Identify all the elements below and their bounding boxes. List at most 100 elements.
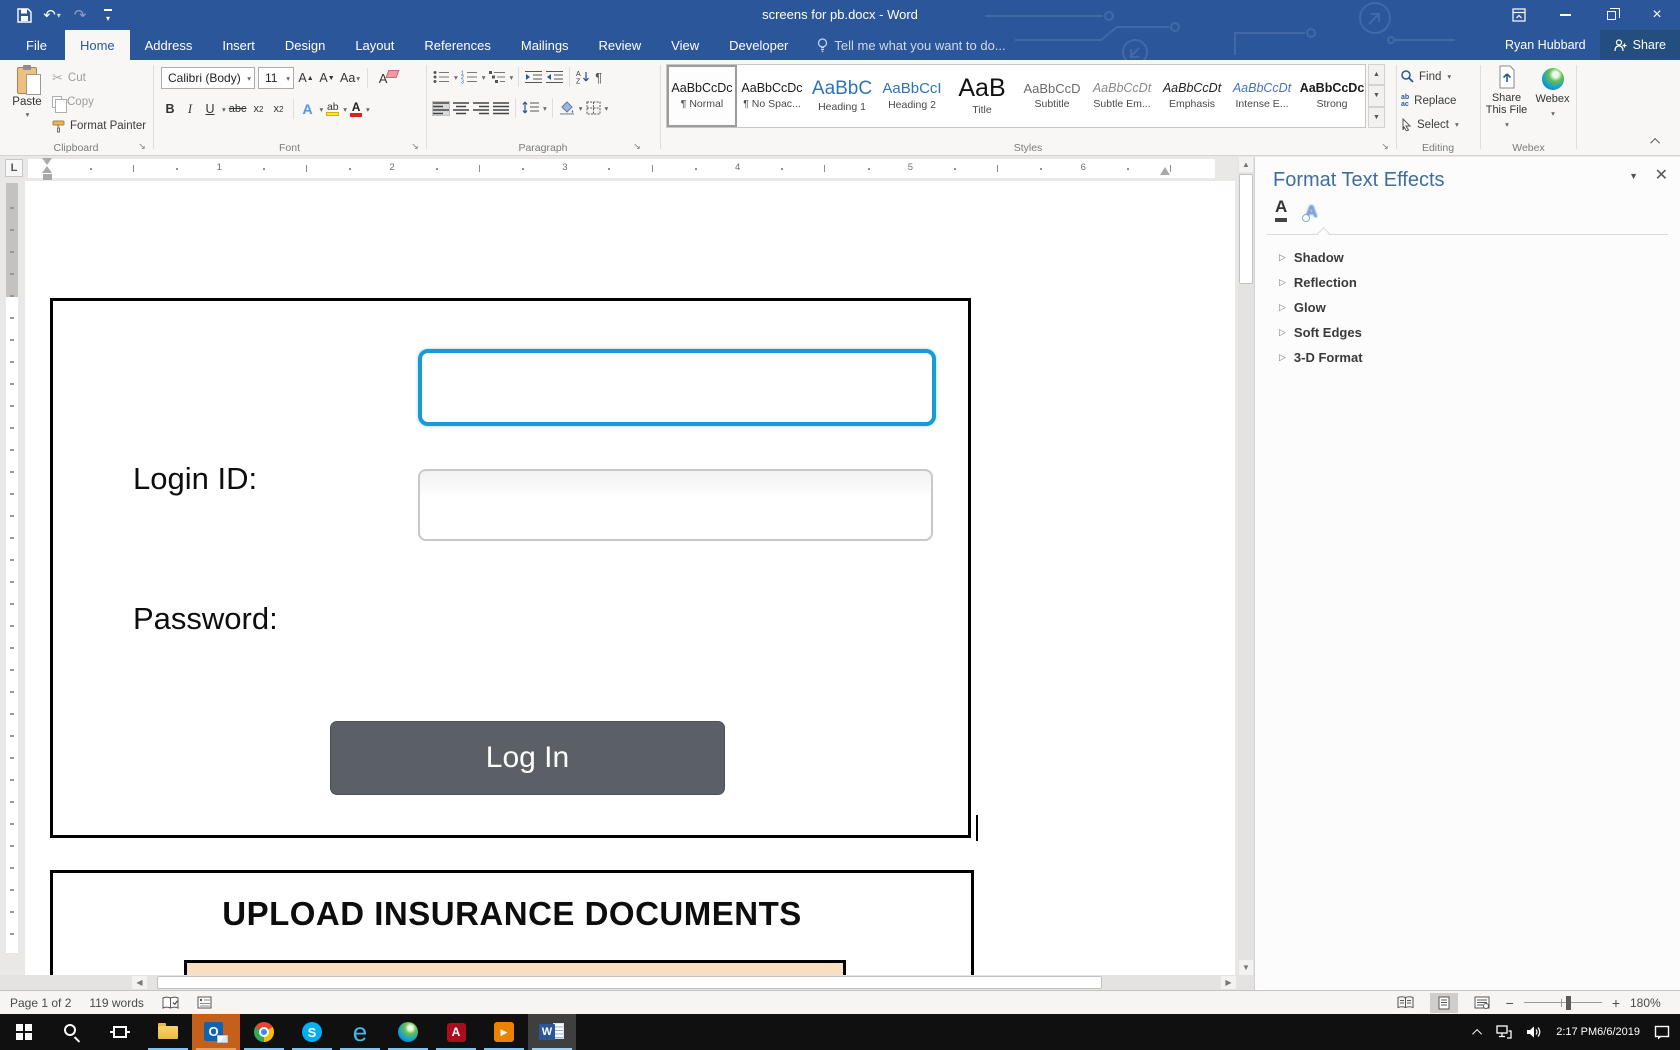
tab-view[interactable]: View [656, 30, 714, 60]
grow-font-button[interactable]: A▲ [297, 67, 315, 89]
styles-scroll-down-button[interactable]: ▼ [1368, 85, 1385, 106]
pane-section-glow[interactable]: ▷Glow [1255, 295, 1680, 320]
style--normal[interactable]: AaBbCcDc¶ Normal [667, 65, 737, 127]
taskbar-word-button[interactable]: W [528, 1014, 576, 1050]
font-name-combo[interactable]: Calibri (Body)▾ [161, 67, 255, 89]
scroll-down-button[interactable]: ▼ [1239, 960, 1253, 975]
pane-close-button[interactable]: ✕ [1655, 165, 1668, 185]
clear-formatting-button[interactable]: A [374, 67, 392, 89]
zoom-in-button[interactable]: + [1612, 995, 1620, 1011]
upload-tan-box[interactable] [184, 960, 846, 975]
hanging-indent-marker[interactable] [42, 166, 52, 173]
upload-documents-mockup-box[interactable]: UPLOAD INSURANCE DOCUMENTS [50, 870, 974, 975]
expand-icon[interactable]: ▷ [1279, 302, 1286, 313]
copy-button[interactable]: Copy [52, 92, 146, 112]
zoom-slider-thumb[interactable] [1566, 996, 1571, 1010]
horizontal-scrollbar-thumb[interactable] [157, 976, 1102, 989]
page-count-status[interactable]: Page 1 of 2 [10, 996, 71, 1010]
pane-section-soft-edges[interactable]: ▷Soft Edges [1255, 320, 1680, 345]
tab-references[interactable]: References [409, 30, 505, 60]
pane-section-shadow[interactable]: ▷Shadow [1255, 245, 1680, 270]
close-button[interactable]: × [1634, 0, 1680, 30]
sort-button[interactable]: AZ [575, 69, 592, 85]
tab-insert[interactable]: Insert [207, 30, 270, 60]
select-button[interactable]: Select▾ [1401, 115, 1459, 134]
cut-button[interactable]: ✂Cut [52, 68, 146, 88]
superscript-button[interactable]: x2 [270, 98, 288, 120]
first-line-indent-marker[interactable] [42, 158, 52, 165]
line-spacing-button[interactable] [521, 100, 540, 116]
zoom-slider[interactable] [1524, 996, 1602, 1010]
style-intense-e-[interactable]: AaBbCcDtIntense E... [1227, 65, 1297, 127]
align-center-button[interactable] [452, 101, 470, 116]
webex-button[interactable]: Webex▾ [1530, 65, 1575, 145]
styles-dialog-launcher[interactable]: ↘ [1379, 140, 1391, 152]
tab-layout[interactable]: Layout [340, 30, 409, 60]
change-case-button[interactable]: Aa▾ [339, 67, 361, 89]
vertical-scrollbar-thumb[interactable] [1239, 174, 1253, 284]
volume-tray-button[interactable] [1526, 1025, 1542, 1039]
font-color-button[interactable]: A [349, 101, 363, 118]
expand-icon[interactable]: ▷ [1279, 277, 1286, 288]
align-right-button[interactable] [472, 101, 490, 116]
taskbar-media-button[interactable]: ▶ [480, 1014, 528, 1050]
expand-icon[interactable]: ▷ [1279, 327, 1286, 338]
style--no-spac-[interactable]: AaBbCcDc¶ No Spac... [737, 65, 807, 127]
paragraph-dialog-launcher[interactable]: ↘ [631, 140, 643, 152]
vertical-ruler[interactable] [6, 183, 18, 953]
tab-address[interactable]: Address [130, 30, 208, 60]
tab-developer[interactable]: Developer [714, 30, 803, 60]
align-left-button[interactable] [432, 101, 450, 116]
pane-section-reflection[interactable]: ▷Reflection [1255, 270, 1680, 295]
scroll-left-button[interactable]: ◀ [132, 976, 147, 989]
font-dialog-launcher[interactable]: ↘ [409, 140, 421, 152]
macro-recording-button[interactable] [197, 996, 212, 1009]
text-effects-icon[interactable]: A [1305, 202, 1317, 222]
word-count-status[interactable]: 119 words [89, 996, 143, 1010]
style-emphasis[interactable]: AaBbCcDtEmphasis [1157, 65, 1227, 127]
taskbar-skype-button[interactable]: S [288, 1014, 336, 1050]
multilevel-list-button[interactable] [488, 69, 507, 85]
log-in-button-mockup[interactable]: Log In [330, 721, 725, 795]
styles-more-button[interactable]: ▼ [1368, 107, 1385, 128]
increase-indent-button[interactable] [545, 69, 564, 85]
tab-design[interactable]: Design [270, 30, 340, 60]
tab-mailings[interactable]: Mailings [506, 30, 584, 60]
expand-icon[interactable]: ▷ [1279, 252, 1286, 263]
document-page[interactable]: Login ID: Password: Log In UPLOAD INSURA… [25, 181, 1235, 975]
scroll-up-button[interactable]: ▲ [1239, 157, 1253, 172]
tab-review[interactable]: Review [584, 30, 657, 60]
subscript-button[interactable]: x2 [250, 98, 268, 120]
styles-scroll-up-button[interactable]: ▲ [1368, 64, 1385, 85]
style-title[interactable]: AaBTitle [947, 65, 1017, 127]
minimize-button[interactable] [1542, 0, 1588, 30]
right-indent-marker[interactable] [1160, 167, 1170, 175]
justify-button[interactable] [492, 101, 510, 116]
borders-button[interactable] [585, 100, 602, 116]
style-subtle-em-[interactable]: AaBbCcDtSubtle Em... [1087, 65, 1157, 127]
read-mode-button[interactable] [1392, 993, 1420, 1013]
shrink-font-button[interactable]: A▼ [318, 67, 336, 89]
share-button[interactable]: Share [1600, 30, 1680, 60]
taskbar-chrome-button[interactable] [240, 1014, 288, 1050]
style-heading-1[interactable]: AaBbCHeading 1 [807, 65, 877, 127]
network-tray-button[interactable] [1496, 1025, 1512, 1039]
format-painter-button[interactable]: Format Painter [52, 116, 146, 136]
bold-button[interactable]: B [161, 98, 179, 120]
tab-home[interactable]: Home [65, 30, 130, 60]
left-indent-marker[interactable] [43, 174, 52, 180]
tray-overflow-button[interactable] [1475, 1029, 1482, 1036]
style-subtitle[interactable]: AaBbCcDSubtitle [1017, 65, 1087, 127]
text-effects-button[interactable]: A [299, 98, 317, 120]
strikethrough-button[interactable]: abc [228, 98, 248, 120]
share-this-file-button[interactable]: Share This File▾ [1484, 65, 1529, 145]
font-size-combo[interactable]: 11▾ [258, 67, 294, 89]
taskbar-explorer-button[interactable] [144, 1014, 192, 1050]
ribbon-display-options-button[interactable] [1496, 0, 1542, 30]
shading-button[interactable] [558, 100, 576, 116]
style-strong[interactable]: AaBbCcDcStrong [1297, 65, 1366, 127]
paste-button[interactable]: Paste ▾ [4, 65, 50, 145]
print-layout-button[interactable] [1430, 993, 1458, 1013]
find-button[interactable]: Find▾ [1401, 67, 1459, 86]
bullets-button[interactable] [432, 69, 451, 85]
